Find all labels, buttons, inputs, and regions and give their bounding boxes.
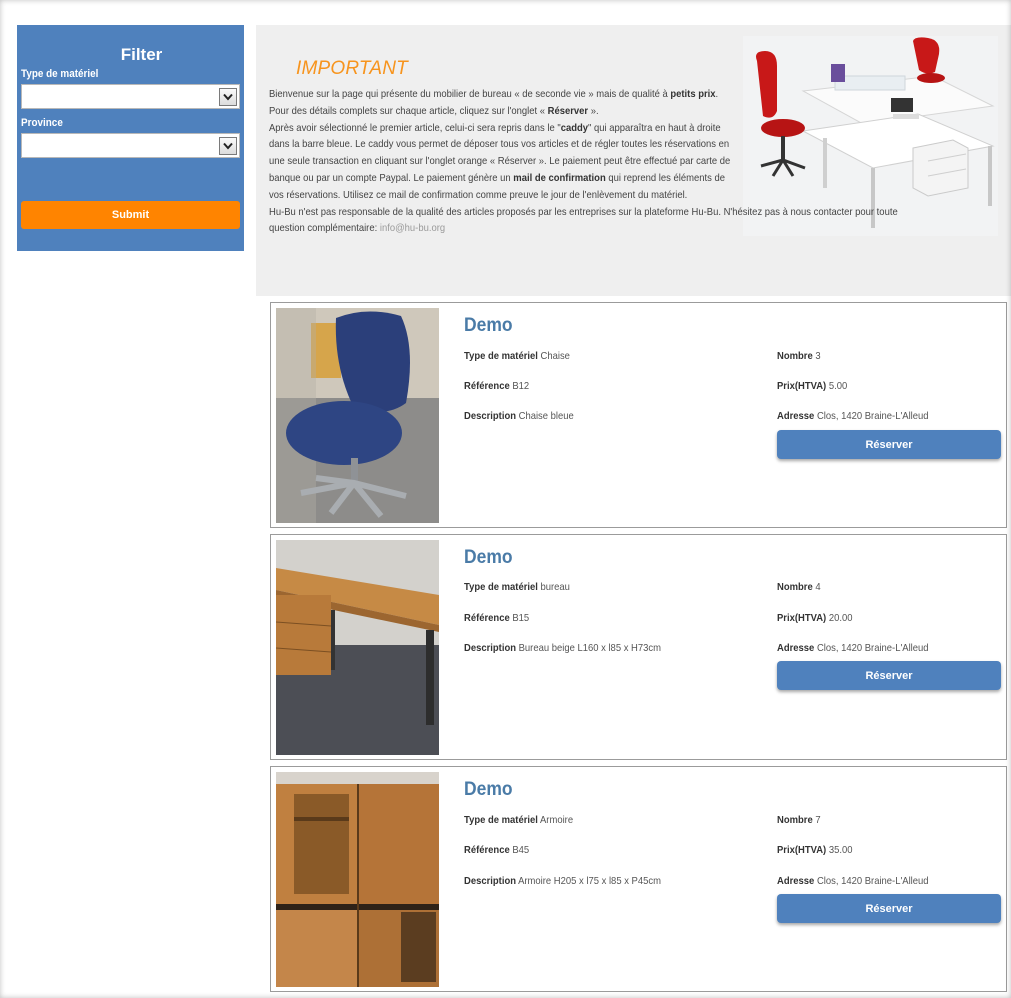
product-title: Demo <box>464 315 513 336</box>
product-reference: Référence B15 <box>464 612 529 624</box>
field-label: Adresse <box>777 642 815 654</box>
field-value: 4 <box>815 581 821 593</box>
reserve-button[interactable]: Réserver <box>777 661 1001 690</box>
info-text-segment: Pour des détails complets sur chaque art… <box>269 104 548 117</box>
field-value: B15 <box>512 612 530 624</box>
product-description: Description Armoire H205 x l75 x l85 x P… <box>464 875 661 887</box>
type-materiel-select[interactable] <box>21 84 240 109</box>
field-label: Prix(HTVA) <box>777 612 827 624</box>
product-adresse: Adresse Clos, 1420 Braine-L'Alleud <box>777 410 929 422</box>
field-value: 20.00 <box>828 612 853 624</box>
reserve-button[interactable]: Réserver <box>777 430 1001 459</box>
field-value: Clos, 1420 Braine-L'Alleud <box>816 410 929 422</box>
product-card: Demo Type de matériel Chaise Référence B… <box>270 302 1007 528</box>
reserve-button[interactable]: Réserver <box>777 894 1001 923</box>
field-value: 7 <box>815 814 821 826</box>
info-text-bold: mail de confirmation <box>513 171 606 184</box>
field-label: Adresse <box>777 410 815 422</box>
field-value: Clos, 1420 Braine-L'Alleud <box>816 875 929 887</box>
field-value: Clos, 1420 Braine-L'Alleud <box>816 642 929 654</box>
info-text-segment: . <box>715 88 719 100</box>
field-value: B45 <box>512 844 530 856</box>
field-value: B12 <box>512 380 530 392</box>
field-value: 35.00 <box>828 844 853 856</box>
product-adresse: Adresse Clos, 1420 Braine-L'Alleud <box>777 875 929 887</box>
product-image-armoire <box>276 772 439 987</box>
info-text-bold: caddy <box>560 121 589 134</box>
product-reference: Référence B45 <box>464 844 529 856</box>
field-value: 5.00 <box>828 380 848 392</box>
info-text: Bienvenue sur la page qui présente du mo… <box>269 86 931 237</box>
product-title: Demo <box>464 779 513 800</box>
info-text-segment: Bienvenue sur la page qui présente du mo… <box>269 88 671 100</box>
field-label: Adresse <box>777 875 815 887</box>
field-value: 3 <box>815 350 821 362</box>
info-text-segment: Hu-Bu n'est pas responsable de la qualit… <box>269 205 898 235</box>
product-type: Type de matériel Armoire <box>464 814 573 826</box>
product-reference: Référence B12 <box>464 380 529 392</box>
field-value: bureau <box>540 581 570 593</box>
product-description: Description Bureau beige L160 x l85 x H7… <box>464 642 661 654</box>
product-prix: Prix(HTVA) 35.00 <box>777 844 852 856</box>
product-description: Description Chaise bleue <box>464 410 574 422</box>
field-value: Armoire <box>539 814 574 826</box>
chevron-down-icon[interactable] <box>219 88 237 106</box>
product-nombre: Nombre 7 <box>777 814 821 826</box>
product-adresse: Adresse Clos, 1420 Braine-L'Alleud <box>777 642 929 654</box>
important-title: IMPORTANT <box>296 58 408 79</box>
field-value: Bureau beige L160 x l85 x H73cm <box>518 642 661 654</box>
field-label: Prix(HTVA) <box>777 844 827 856</box>
field-label: Nombre <box>777 350 813 362</box>
field-label: Prix(HTVA) <box>777 380 827 392</box>
product-card: Demo Type de matériel Armoire Référence … <box>270 766 1007 992</box>
product-nombre: Nombre 3 <box>777 350 821 362</box>
product-type: Type de matériel Chaise <box>464 350 570 362</box>
product-prix: Prix(HTVA) 20.00 <box>777 612 852 624</box>
info-panel: IMPORTANT Bienvenue sur la page qui prés… <box>256 25 1011 296</box>
field-label: Type de matériel <box>464 814 538 826</box>
filter-panel: Filter Type de matériel Province Submit <box>17 25 244 251</box>
province-label: Province <box>21 117 63 129</box>
field-label: Référence <box>464 612 510 624</box>
field-label: Nombre <box>777 814 813 826</box>
info-text-segment: ». <box>588 104 599 117</box>
type-materiel-label: Type de matériel <box>21 68 99 80</box>
field-value: Armoire H205 x l75 x l85 x P45cm <box>518 875 661 887</box>
field-label: Description <box>464 410 516 422</box>
field-label: Description <box>464 642 516 654</box>
info-paragraph-4: Hu-Bu n'est pas responsable de la qualit… <box>269 206 898 235</box>
info-paragraph-2: Pour des détails complets sur chaque art… <box>269 103 737 120</box>
submit-button[interactable]: Submit <box>21 201 240 229</box>
chevron-down-icon[interactable] <box>219 137 237 155</box>
field-label: Référence <box>464 844 510 856</box>
province-select[interactable] <box>21 133 240 158</box>
info-paragraph-3: Après avoir sélectionné le premier artic… <box>269 120 737 204</box>
contact-email-link[interactable]: info@hu-bu.org <box>380 222 445 234</box>
product-type: Type de matériel bureau <box>464 581 570 593</box>
info-text-segment: Après avoir sélectionné le premier artic… <box>269 121 561 134</box>
info-text-bold: petits prix <box>670 88 716 100</box>
product-image-chair <box>276 308 439 523</box>
filter-title: Filter <box>120 45 163 64</box>
field-label: Type de matériel <box>464 581 538 593</box>
field-value: Chaise <box>540 350 570 362</box>
field-value: Chaise bleue <box>518 410 574 422</box>
product-card: Demo Type de matériel bureau Référence B… <box>270 534 1007 760</box>
field-label: Description <box>464 875 516 887</box>
field-label: Type de matériel <box>464 350 538 362</box>
product-title: Demo <box>464 547 513 568</box>
info-paragraph-1: Bienvenue sur la page qui présente du mo… <box>269 86 737 103</box>
field-label: Nombre <box>777 581 813 593</box>
product-prix: Prix(HTVA) 5.00 <box>777 380 847 392</box>
product-image-desk <box>276 540 439 755</box>
field-label: Référence <box>464 380 510 392</box>
info-text-bold: Réserver <box>547 104 589 117</box>
product-nombre: Nombre 4 <box>777 581 821 593</box>
